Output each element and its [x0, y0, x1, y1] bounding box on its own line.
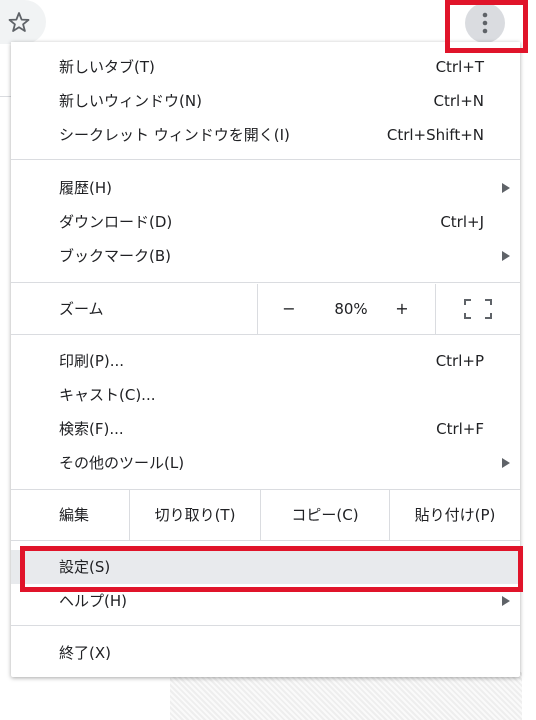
menu-item-downloads[interactable]: ダウンロード(D) Ctrl+J [11, 205, 520, 239]
zoom-in-button[interactable]: + [390, 300, 414, 318]
menu-item-new-tab[interactable]: 新しいタブ(T) Ctrl+T [11, 50, 520, 84]
submenu-arrow-icon [502, 251, 510, 261]
fullscreen-icon[interactable] [463, 298, 493, 320]
menu-separator [11, 540, 520, 541]
bookmark-star-button[interactable] [0, 0, 46, 44]
paste-label: 貼り付け(P) [414, 506, 496, 524]
menu-item-help[interactable]: ヘルプ(H) [11, 584, 520, 618]
page-background-pattern [170, 672, 522, 720]
submenu-arrow-icon [502, 596, 510, 606]
menu-item-label: 印刷(P)... [59, 352, 125, 370]
menu-item-print[interactable]: 印刷(P)... Ctrl+P [11, 344, 520, 378]
menu-separator [11, 282, 520, 283]
menu-item-new-window[interactable]: 新しいウィンドウ(N) Ctrl+N [11, 84, 520, 118]
menu-item-shortcut: Ctrl+P [435, 352, 484, 370]
menu-item-bookmarks[interactable]: ブックマーク(B) [11, 239, 520, 273]
cut-button[interactable]: 切り取り(T) [130, 490, 260, 540]
edit-row: 編集 切り取り(T) コピー(C) 貼り付け(P) [11, 490, 520, 540]
edit-label: 編集 [59, 506, 90, 524]
browser-toolbar [0, 0, 536, 44]
menu-item-find[interactable]: 検索(F)... Ctrl+F [11, 412, 520, 446]
menu-item-label: ダウンロード(D) [59, 213, 173, 231]
menu-item-shortcut: Ctrl+Shift+N [386, 126, 484, 144]
submenu-arrow-icon [502, 458, 510, 468]
submenu-arrow-icon [502, 183, 510, 193]
zoom-divider [435, 284, 436, 334]
menu-item-label: 終了(X) [59, 644, 111, 662]
menu-separator [11, 159, 520, 160]
menu-item-incognito-window[interactable]: シークレット ウィンドウを開く(I) Ctrl+Shift+N [11, 118, 520, 152]
menu-item-label: 検索(F)... [59, 420, 124, 438]
menu-item-cast[interactable]: キャスト(C)... [11, 378, 520, 412]
menu-item-label: 新しいウィンドウ(N) [59, 92, 202, 110]
zoom-level: 80% [334, 300, 368, 318]
zoom-out-button[interactable]: − [277, 300, 301, 318]
chrome-menu-button[interactable] [465, 3, 505, 43]
menu-item-label: シークレット ウィンドウを開く(I) [59, 126, 290, 144]
zoom-divider [257, 284, 258, 334]
copy-button[interactable]: コピー(C) [261, 490, 389, 540]
menu-item-shortcut: Ctrl+J [440, 213, 484, 231]
zoom-row: ズーム − 80% + [11, 284, 520, 334]
zoom-label: ズーム [59, 300, 104, 318]
menu-separator [11, 334, 520, 335]
menu-item-settings[interactable]: 設定(S) [11, 550, 520, 584]
menu-item-shortcut: Ctrl+T [435, 58, 484, 76]
menu-item-exit[interactable]: 終了(X) [11, 636, 520, 670]
three-dots-vertical-icon [482, 12, 488, 34]
menu-separator [11, 625, 520, 626]
star-outline-icon [8, 12, 30, 32]
menu-item-label: その他のツール(L) [59, 454, 185, 472]
menu-item-label: 履歴(H) [59, 179, 112, 197]
paste-button[interactable]: 貼り付け(P) [390, 490, 520, 540]
menu-item-label: ブックマーク(B) [59, 247, 171, 265]
menu-item-shortcut: Ctrl+F [436, 420, 484, 438]
menu-item-more-tools[interactable]: その他のツール(L) [11, 446, 520, 480]
menu-item-label: ヘルプ(H) [59, 592, 127, 610]
menu-item-label: 設定(S) [59, 558, 111, 576]
cut-label: 切り取り(T) [154, 506, 236, 524]
menu-item-history[interactable]: 履歴(H) [11, 171, 520, 205]
menu-item-label: 新しいタブ(T) [59, 58, 155, 76]
chrome-main-menu: 新しいタブ(T) Ctrl+T 新しいウィンドウ(N) Ctrl+N シークレッ… [11, 42, 520, 677]
menu-item-shortcut: Ctrl+N [433, 92, 484, 110]
menu-item-label: キャスト(C)... [59, 386, 156, 404]
copy-label: コピー(C) [291, 506, 359, 524]
